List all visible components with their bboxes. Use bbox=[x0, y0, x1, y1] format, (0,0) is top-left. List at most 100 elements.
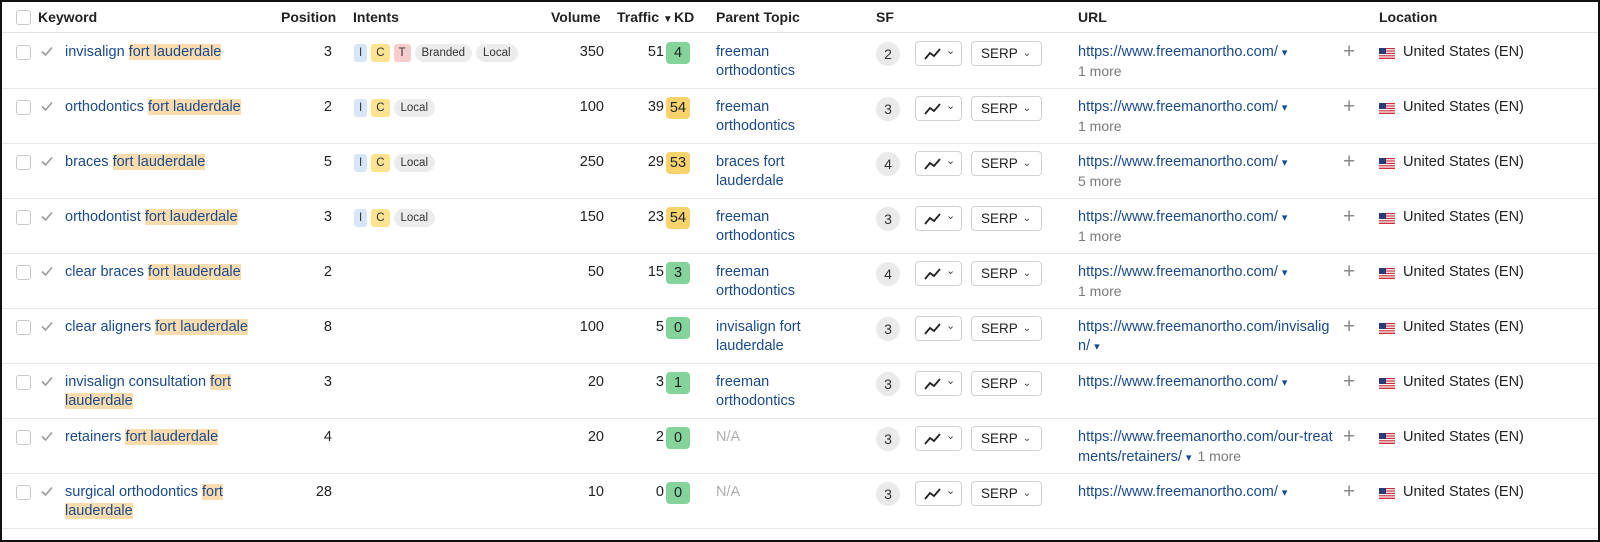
more-urls-link[interactable]: 5 more bbox=[1078, 173, 1122, 189]
trend-dropdown[interactable]: ⌄ bbox=[915, 261, 962, 286]
keyword-link[interactable]: orthodontics fort lauderdale bbox=[65, 98, 280, 117]
more-urls-link[interactable]: 1 more bbox=[1078, 283, 1122, 299]
keyword-link[interactable]: clear aligners fort lauderdale bbox=[65, 318, 280, 337]
row-checkbox[interactable] bbox=[16, 155, 31, 170]
trend-dropdown[interactable]: ⌄ bbox=[915, 426, 962, 451]
location-value: United States (EN) bbox=[1403, 44, 1524, 60]
parent-topic-link[interactable]: freeman orthodontics bbox=[716, 98, 836, 136]
url-link[interactable]: https://www.freemanortho.com/▾ bbox=[1078, 483, 1338, 503]
add-icon[interactable]: + bbox=[1343, 261, 1355, 283]
add-icon[interactable]: + bbox=[1343, 151, 1355, 173]
header-url[interactable]: URL bbox=[1078, 9, 1107, 25]
sf-count[interactable]: 4 bbox=[876, 152, 900, 176]
serp-dropdown[interactable]: SERP ⌄ bbox=[971, 96, 1042, 121]
parent-topic-link[interactable]: freeman orthodontics bbox=[716, 263, 836, 301]
parent-topic-link[interactable]: freeman orthodontics bbox=[716, 373, 836, 411]
url-link[interactable]: https://www.freemanortho.com/▾ bbox=[1078, 263, 1338, 283]
keyword-link[interactable]: retainers fort lauderdale bbox=[65, 428, 280, 447]
more-urls-link[interactable]: 1 more bbox=[1078, 228, 1122, 244]
header-location[interactable]: Location bbox=[1379, 9, 1437, 25]
trend-dropdown[interactable]: ⌄ bbox=[915, 481, 962, 506]
keyword-link[interactable]: orthodontist fort lauderdale bbox=[65, 208, 280, 227]
keyword-link[interactable]: surgical orthodontics fort lauderdale bbox=[65, 483, 280, 521]
header-kd[interactable]: KD bbox=[674, 9, 694, 25]
header-traffic[interactable]: Traffic ▼ bbox=[617, 9, 673, 25]
more-urls-link[interactable]: 1 more bbox=[1198, 448, 1242, 464]
sf-count[interactable]: 3 bbox=[876, 482, 900, 506]
serp-dropdown[interactable]: SERP ⌄ bbox=[971, 481, 1042, 506]
trend-dropdown[interactable]: ⌄ bbox=[915, 206, 962, 231]
intent-tag: Branded bbox=[414, 44, 473, 62]
url-dropdown-icon[interactable]: ▾ bbox=[1282, 209, 1288, 228]
header-parent-topic[interactable]: Parent Topic bbox=[716, 9, 800, 25]
header-sf[interactable]: SF bbox=[876, 9, 894, 25]
keyword-link[interactable]: invisalign fort lauderdale bbox=[65, 43, 280, 62]
sf-count[interactable]: 3 bbox=[876, 207, 900, 231]
row-checkbox[interactable] bbox=[16, 210, 31, 225]
keyword-link[interactable]: braces fort lauderdale bbox=[65, 153, 280, 172]
url-link[interactable]: https://www.freemanortho.com/▾ bbox=[1078, 153, 1338, 173]
add-icon[interactable]: + bbox=[1343, 426, 1355, 448]
add-icon[interactable]: + bbox=[1343, 371, 1355, 393]
parent-topic-link[interactable]: braces fort lauderdale bbox=[716, 153, 836, 191]
sf-count[interactable]: 4 bbox=[876, 262, 900, 286]
location-value: United States (EN) bbox=[1403, 209, 1524, 225]
url-dropdown-icon[interactable]: ▾ bbox=[1186, 449, 1192, 468]
sf-count[interactable]: 2 bbox=[876, 42, 900, 66]
url-dropdown-icon[interactable]: ▾ bbox=[1282, 154, 1288, 173]
serp-dropdown[interactable]: SERP ⌄ bbox=[971, 261, 1042, 286]
sf-count[interactable]: 3 bbox=[876, 317, 900, 341]
intent-badge: C bbox=[371, 154, 390, 172]
add-icon[interactable]: + bbox=[1343, 41, 1355, 63]
parent-topic-link[interactable]: invisalign fort lauderdale bbox=[716, 318, 836, 356]
serp-dropdown[interactable]: SERP ⌄ bbox=[971, 41, 1042, 66]
trend-dropdown[interactable]: ⌄ bbox=[915, 151, 962, 176]
trend-dropdown[interactable]: ⌄ bbox=[915, 316, 962, 341]
url-link[interactable]: https://www.freemanortho.com/▾ bbox=[1078, 373, 1338, 393]
sf-count[interactable]: 3 bbox=[876, 427, 900, 451]
sf-count[interactable]: 3 bbox=[876, 97, 900, 121]
serp-dropdown[interactable]: SERP ⌄ bbox=[971, 371, 1042, 396]
add-icon[interactable]: + bbox=[1343, 96, 1355, 118]
serp-dropdown[interactable]: SERP ⌄ bbox=[971, 151, 1042, 176]
add-icon[interactable]: + bbox=[1343, 206, 1355, 228]
trend-dropdown[interactable]: ⌄ bbox=[915, 371, 962, 396]
row-checkbox[interactable] bbox=[16, 45, 31, 60]
url-dropdown-icon[interactable]: ▾ bbox=[1282, 484, 1288, 503]
serp-dropdown[interactable]: SERP ⌄ bbox=[971, 206, 1042, 231]
url-link[interactable]: https://www.freemanortho.com/our-treatme… bbox=[1078, 428, 1338, 468]
url-link[interactable]: https://www.freemanortho.com/▾ bbox=[1078, 98, 1338, 118]
header-intents[interactable]: Intents bbox=[353, 9, 399, 25]
url-dropdown-icon[interactable]: ▾ bbox=[1282, 264, 1288, 283]
header-keyword[interactable]: Keyword bbox=[38, 9, 97, 25]
row-checkbox[interactable] bbox=[16, 100, 31, 115]
row-checkbox[interactable] bbox=[16, 320, 31, 335]
select-all-checkbox[interactable] bbox=[16, 10, 31, 25]
header-volume[interactable]: Volume bbox=[551, 9, 601, 25]
more-urls-link[interactable]: 1 more bbox=[1078, 118, 1122, 134]
add-icon[interactable]: + bbox=[1343, 481, 1355, 503]
row-checkbox[interactable] bbox=[16, 430, 31, 445]
parent-topic-link[interactable]: freeman orthodontics bbox=[716, 43, 836, 81]
row-checkbox[interactable] bbox=[16, 485, 31, 500]
url-dropdown-icon[interactable]: ▾ bbox=[1282, 374, 1288, 393]
keyword-link[interactable]: clear braces fort lauderdale bbox=[65, 263, 280, 282]
url-dropdown-icon[interactable]: ▾ bbox=[1282, 99, 1288, 118]
serp-dropdown[interactable]: SERP ⌄ bbox=[971, 426, 1042, 451]
parent-topic-link[interactable]: freeman orthodontics bbox=[716, 208, 836, 246]
keyword-link[interactable]: invisalign consultation fort lauderdale bbox=[65, 373, 280, 411]
url-dropdown-icon[interactable]: ▾ bbox=[1282, 44, 1288, 63]
header-position[interactable]: Position bbox=[281, 9, 336, 25]
sf-count[interactable]: 3 bbox=[876, 372, 900, 396]
row-checkbox[interactable] bbox=[16, 265, 31, 280]
url-link[interactable]: https://www.freemanortho.com/invisalign/… bbox=[1078, 318, 1338, 357]
row-checkbox[interactable] bbox=[16, 375, 31, 390]
url-link[interactable]: https://www.freemanortho.com/▾ bbox=[1078, 208, 1338, 228]
trend-dropdown[interactable]: ⌄ bbox=[915, 96, 962, 121]
trend-dropdown[interactable]: ⌄ bbox=[915, 41, 962, 66]
url-link[interactable]: https://www.freemanortho.com/▾ bbox=[1078, 43, 1338, 63]
more-urls-link[interactable]: 1 more bbox=[1078, 63, 1122, 79]
add-icon[interactable]: + bbox=[1343, 316, 1355, 338]
serp-dropdown[interactable]: SERP ⌄ bbox=[971, 316, 1042, 341]
url-dropdown-icon[interactable]: ▾ bbox=[1094, 338, 1100, 357]
